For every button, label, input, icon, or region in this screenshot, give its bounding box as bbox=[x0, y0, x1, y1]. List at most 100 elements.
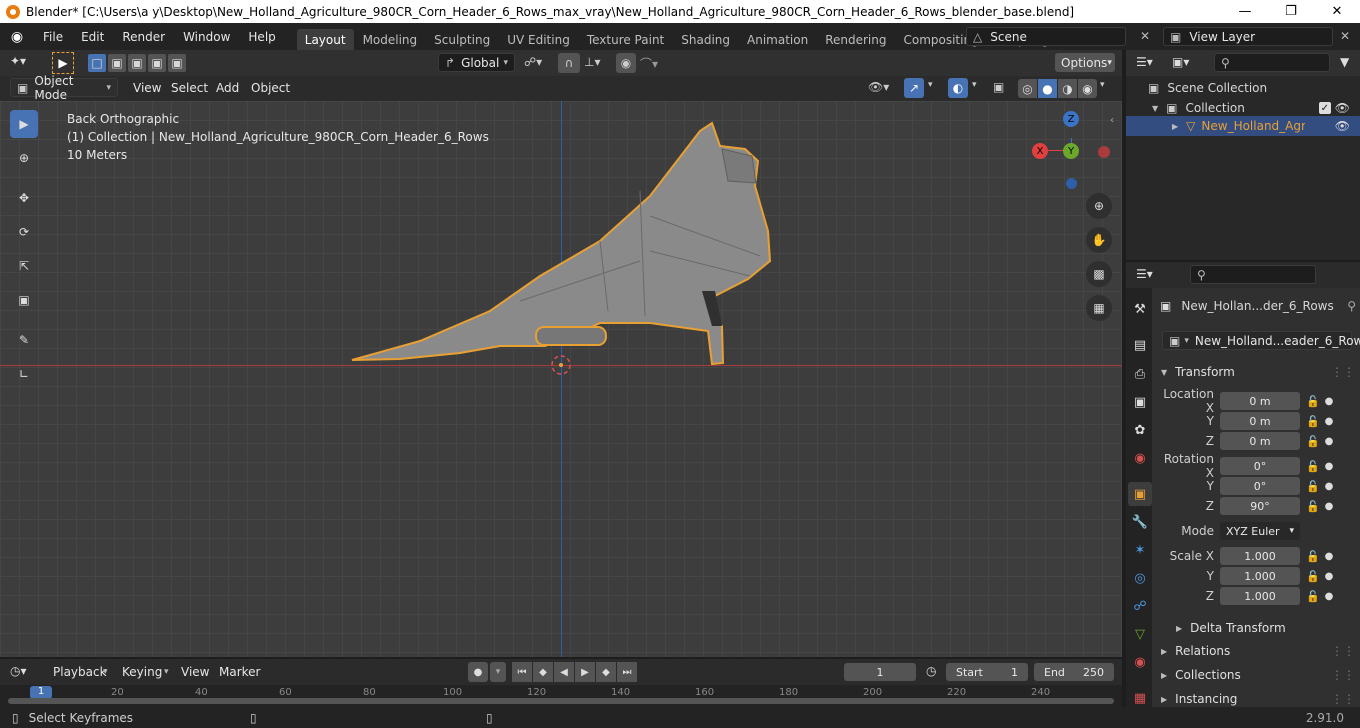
transform-panel-header[interactable]: ▼ Transform ⋮⋮ bbox=[1155, 361, 1355, 383]
expand-arrow-icon[interactable]: ▶ bbox=[1172, 122, 1178, 131]
chevron-down-icon[interactable]: ▾ bbox=[972, 80, 977, 90]
relations-panel[interactable]: ▶ Relations ⋮⋮ bbox=[1155, 640, 1355, 662]
lock-icon[interactable]: 🔓 bbox=[1306, 435, 1322, 448]
lock-icon[interactable]: 🔓 bbox=[1306, 500, 1322, 513]
timeline-menu-keying[interactable]: Keying bbox=[113, 665, 171, 679]
keyframe-dot-icon[interactable]: ● bbox=[1322, 461, 1336, 472]
menu-render[interactable]: Render bbox=[113, 30, 174, 44]
mode-intersect-icon[interactable]: ▣ bbox=[168, 54, 186, 72]
eye-icon[interactable]: 👁 bbox=[1335, 101, 1350, 115]
record-icon[interactable]: ● bbox=[468, 662, 488, 682]
mode-extend-icon[interactable]: ▣ bbox=[108, 54, 126, 72]
lock-icon[interactable]: 🔓 bbox=[1306, 460, 1322, 473]
drag-handle-icon[interactable]: ⋮⋮ bbox=[1331, 668, 1355, 682]
menu-edit[interactable]: Edit bbox=[72, 30, 113, 44]
tab-modeling[interactable]: Modeling bbox=[355, 29, 426, 50]
gizmo-toggle-icon[interactable]: ↗ bbox=[904, 78, 924, 98]
gizmo-neg-z-axis[interactable] bbox=[1066, 178, 1077, 189]
rotation-mode-dropdown[interactable]: XYZ Euler ▾ bbox=[1220, 522, 1300, 540]
material-shading-icon[interactable]: ◑ bbox=[1058, 79, 1077, 98]
location-y-field[interactable]: 0 m bbox=[1220, 412, 1300, 430]
location-z-field[interactable]: 0 m bbox=[1220, 432, 1300, 450]
tab-shading[interactable]: Shading bbox=[673, 29, 738, 50]
scale-tool-icon[interactable]: ⇱ bbox=[10, 252, 38, 280]
mode-invert-icon[interactable]: ▣ bbox=[148, 54, 166, 72]
object-tab-icon[interactable]: ▣ bbox=[1128, 482, 1152, 506]
outliner-search-input[interactable]: ⚲ bbox=[1214, 53, 1330, 72]
keyframe-dot-icon[interactable]: ● bbox=[1322, 416, 1336, 427]
pivot-point-icon[interactable]: ☍▾ bbox=[524, 55, 542, 69]
keyframe-dot-icon[interactable]: ● bbox=[1322, 396, 1336, 407]
visibility-icon[interactable]: 👁▾ bbox=[868, 80, 889, 94]
blender-menu-icon[interactable]: ◉ bbox=[0, 29, 34, 45]
navigation-gizmo[interactable]: Z Y X bbox=[1030, 109, 1120, 199]
constraints-tab-icon[interactable]: ☍ bbox=[1128, 594, 1152, 618]
properties-editor-icon[interactable]: ☰▾ bbox=[1136, 267, 1153, 281]
collection-checkbox[interactable]: ✓ bbox=[1318, 102, 1331, 114]
material-tab-icon[interactable]: ◉ bbox=[1128, 650, 1152, 674]
pan-hand-icon[interactable]: ✋ bbox=[1086, 227, 1112, 253]
tab-uv-editing[interactable]: UV Editing bbox=[499, 29, 578, 50]
keyframe-dot-icon[interactable]: ● bbox=[1322, 501, 1336, 512]
gizmo-z-axis[interactable]: Z bbox=[1063, 111, 1079, 127]
lock-icon[interactable]: 🔓 bbox=[1306, 550, 1322, 563]
transform-orientation-dropdown[interactable]: ↱ Global ▾ bbox=[438, 53, 515, 72]
overlay-toggle-icon[interactable]: ◐ bbox=[948, 78, 968, 98]
rendered-shading-icon[interactable]: ◉ bbox=[1078, 79, 1097, 98]
drag-handle-icon[interactable]: ⋮⋮ bbox=[1331, 365, 1355, 379]
close-view-layer-icon[interactable]: ✕ bbox=[1340, 29, 1350, 43]
drag-handle-icon[interactable]: ⋮⋮ bbox=[1331, 644, 1355, 658]
mode-new-icon[interactable]: □ bbox=[88, 54, 106, 72]
scene-tab-icon[interactable]: ✿ bbox=[1128, 418, 1152, 442]
rotation-y-field[interactable]: 0° bbox=[1220, 477, 1300, 495]
modifier-tab-icon[interactable]: 🔧 bbox=[1128, 510, 1152, 534]
options-dropdown[interactable]: Options ▾ bbox=[1055, 53, 1115, 72]
world-tab-icon[interactable]: ◉ bbox=[1128, 446, 1152, 470]
lock-icon[interactable]: 🔓 bbox=[1306, 395, 1322, 408]
lock-icon[interactable]: 🔓 bbox=[1306, 415, 1322, 428]
clock-icon[interactable]: ◷ bbox=[926, 664, 936, 678]
physics-tab-icon[interactable]: ◎ bbox=[1128, 566, 1152, 590]
keyframe-dot-icon[interactable]: ● bbox=[1322, 551, 1336, 562]
maximize-button[interactable]: ❐ bbox=[1268, 0, 1314, 23]
camera-view-icon[interactable]: ▩ bbox=[1086, 261, 1112, 287]
sidebar-toggle-icon[interactable]: ‹ bbox=[1110, 115, 1114, 126]
mode-dropdown[interactable]: ▣ Object Mode ▾ bbox=[10, 74, 118, 102]
outliner-row-scene-collection[interactable]: ▣ Scene Collection bbox=[1126, 78, 1360, 98]
scale-x-field[interactable]: 1.000 bbox=[1220, 547, 1300, 565]
timeline-area[interactable]: 1 20 40 60 80 100 120 140 160 180 200 22… bbox=[0, 685, 1122, 707]
drag-handle-icon[interactable]: ⋮⋮ bbox=[1331, 692, 1355, 706]
proportional-edit-icon[interactable]: ◉ bbox=[616, 53, 636, 73]
object-data-selector[interactable]: ▣ ▾ New_Holland...eader_6_Rows bbox=[1162, 331, 1360, 350]
editor-type-icon[interactable]: ✦▾ bbox=[10, 54, 26, 68]
viewport-menu-object[interactable]: Object bbox=[242, 81, 299, 95]
tab-rendering[interactable]: Rendering bbox=[817, 29, 894, 50]
tab-layout[interactable]: Layout bbox=[296, 29, 354, 50]
falloff-icon[interactable]: ⌒▾ bbox=[640, 55, 658, 72]
3d-viewport[interactable]: Back Orthographic (1) Collection | New_H… bbox=[0, 101, 1122, 657]
lock-icon[interactable]: 🔓 bbox=[1306, 590, 1322, 603]
prev-keyframe-icon[interactable]: ◆ bbox=[533, 662, 553, 682]
outliner-row-collection[interactable]: ▼ ▣ Collection ✓ 👁 bbox=[1126, 98, 1360, 118]
tool-tab-icon[interactable]: ⚒ bbox=[1128, 297, 1152, 321]
tab-animation[interactable]: Animation bbox=[739, 29, 816, 50]
corn-header-model[interactable] bbox=[0, 101, 1122, 657]
outliner-row-object[interactable]: ▶ ▽ New_Holland_Agricu 👁 bbox=[1126, 116, 1360, 136]
move-tool-icon[interactable]: ✥ bbox=[10, 184, 38, 212]
zoom-icon[interactable]: ⊕ bbox=[1086, 193, 1112, 219]
menu-help[interactable]: Help bbox=[239, 30, 284, 44]
transform-tool-icon[interactable]: ▣ bbox=[10, 286, 38, 314]
view-layer-tab-icon[interactable]: ▣ bbox=[1128, 390, 1152, 414]
solid-shading-icon[interactable]: ● bbox=[1038, 79, 1057, 98]
snap-toggle-icon[interactable]: ∩ bbox=[558, 53, 580, 73]
view-layer-selector[interactable]: ▣ View Layer bbox=[1163, 27, 1333, 46]
snap-target-icon[interactable]: ⊥▾ bbox=[584, 55, 600, 69]
annotate-tool-icon[interactable]: ✎ bbox=[10, 326, 38, 354]
properties-search-input[interactable]: ⚲ bbox=[1190, 265, 1316, 284]
ortho-grid-icon[interactable]: ▦ bbox=[1086, 295, 1112, 321]
close-scene-icon[interactable]: ✕ bbox=[1140, 29, 1150, 43]
pin-icon[interactable]: ⚲ bbox=[1347, 299, 1356, 313]
chevron-down-icon[interactable]: ▾ bbox=[1100, 80, 1105, 90]
display-mode-icon[interactable]: ▣▾ bbox=[1172, 55, 1189, 69]
collections-panel[interactable]: ▶ Collections ⋮⋮ bbox=[1155, 664, 1355, 686]
